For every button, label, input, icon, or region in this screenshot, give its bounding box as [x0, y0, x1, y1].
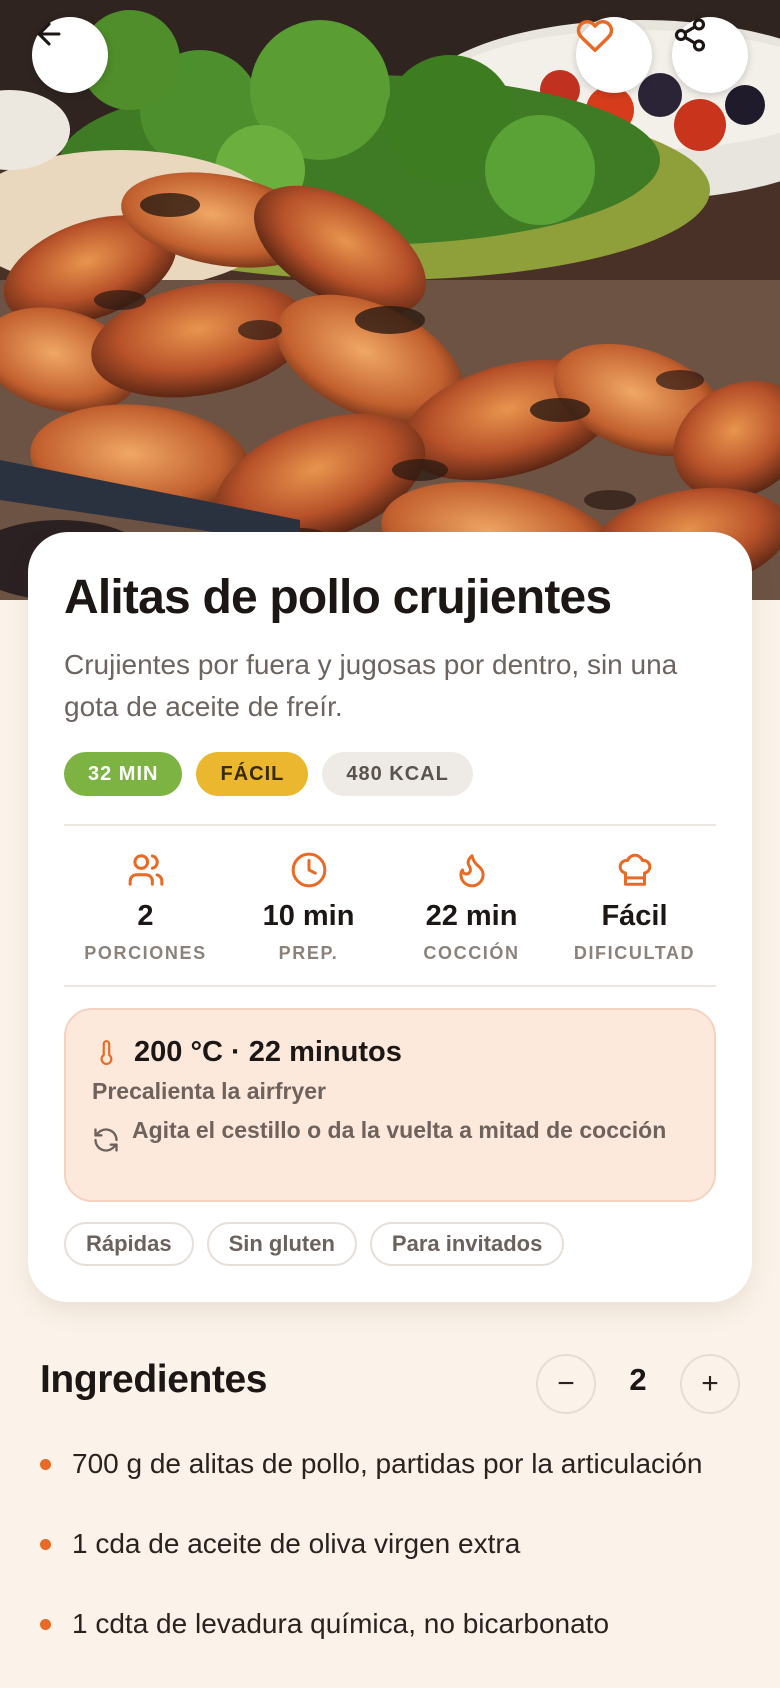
- tag-row: Rápidas Sin gluten Para invitados: [64, 1222, 565, 1266]
- ingredient-item: 1 cda de aceite de oliva virgen extra: [40, 1522, 740, 1566]
- arrow-left-icon: [37, 22, 61, 46]
- difficulty-badge: FÁCIL: [196, 752, 309, 796]
- stats-row: 2 PORCIONES 10 min PREP. 22 min COCCIÓN: [64, 850, 716, 964]
- stat-cooking: 22 min COCCIÓN: [390, 850, 553, 964]
- tag-chip[interactable]: Sin gluten: [206, 1222, 357, 1266]
- users-icon: [128, 854, 163, 886]
- thermometer-icon: [100, 1040, 113, 1066]
- stat-servings: 2 PORCIONES: [64, 850, 227, 964]
- flame-icon: [458, 854, 485, 888]
- clock-icon: [291, 852, 326, 888]
- stat-label: DIFICULTAD: [573, 943, 696, 963]
- hero-image: [0, 0, 780, 600]
- ingredients-list: 700 g de alitas de pollo, partidas por l…: [40, 1442, 740, 1682]
- bullet-dot: [40, 1619, 51, 1630]
- back-button[interactable]: [32, 17, 108, 93]
- time-badge: 32 MIN: [64, 752, 183, 796]
- stat-value: 2: [137, 900, 154, 932]
- divider: [64, 985, 716, 987]
- ingredient-text: 1 cdta de levadura química, no bicarbona…: [72, 1608, 610, 1639]
- shake-note-text: Agita el cestillo o da la vuelta a mitad…: [132, 1117, 667, 1143]
- stat-label: PREP.: [278, 943, 339, 963]
- stat-value: 10 min: [262, 900, 355, 932]
- heart-icon: [576, 19, 614, 52]
- share-icon: [674, 18, 706, 52]
- ingredient-item: 700 g de alitas de pollo, partidas por l…: [40, 1442, 740, 1486]
- calories-badge: 480 KCAL: [322, 752, 473, 796]
- stat-value: Fácil: [601, 900, 668, 932]
- bullet-dot: [40, 1539, 51, 1550]
- shake-note: Agita el cestillo o da la vuelta a mitad…: [92, 1116, 692, 1154]
- preheat-note: Precalienta la airfryer: [92, 1078, 326, 1104]
- favorite-button[interactable]: [576, 17, 652, 93]
- bullet-dot: [40, 1459, 51, 1470]
- tag-chip[interactable]: Para invitados: [369, 1222, 565, 1266]
- ingredients-title: Ingredientes: [40, 1358, 268, 1401]
- ingredient-text: 1 cda de aceite de oliva virgen extra: [72, 1528, 521, 1559]
- recipe-card: Alitas de pollo crujientes Crujientes po…: [28, 532, 752, 1302]
- recipe-description: Crujientes por fuera y jugosas por dentr…: [64, 649, 678, 722]
- airfryer-setting: 200 °C · 22 minutos: [94, 1034, 402, 1070]
- ingredient-text: 700 g de alitas de pollo, partidas por l…: [72, 1448, 703, 1479]
- ingredient-item: 1 cdta de levadura química, no bicarbona…: [40, 1602, 740, 1646]
- airfryer-setting-text: 200 °C · 22 minutos: [134, 1035, 402, 1068]
- chicken-wings-photo: [0, 0, 780, 600]
- divider: [64, 824, 716, 826]
- stat-label: PORCIONES: [84, 943, 207, 963]
- servings-count: 2: [629, 1362, 647, 1397]
- stat-value: 22 min: [425, 900, 518, 932]
- stat-prep: 10 min PREP.: [227, 850, 390, 964]
- chef-hat-icon: [618, 853, 651, 886]
- stat-label: COCCIÓN: [423, 943, 520, 963]
- recipe-title: Alitas de pollo crujientes: [64, 571, 612, 624]
- badge-row: 32 MIN FÁCIL 480 KCAL: [64, 752, 473, 796]
- increase-servings-button[interactable]: +: [680, 1354, 740, 1414]
- share-button[interactable]: [672, 17, 748, 93]
- airfryer-settings-box: 200 °C · 22 minutos Precalienta la airfr…: [64, 1008, 716, 1202]
- stat-difficulty: Fácil DIFICULTAD: [553, 850, 716, 964]
- decrease-servings-button[interactable]: −: [536, 1354, 596, 1414]
- tag-chip[interactable]: Rápidas: [64, 1222, 194, 1266]
- rotate-icon: [94, 1128, 118, 1152]
